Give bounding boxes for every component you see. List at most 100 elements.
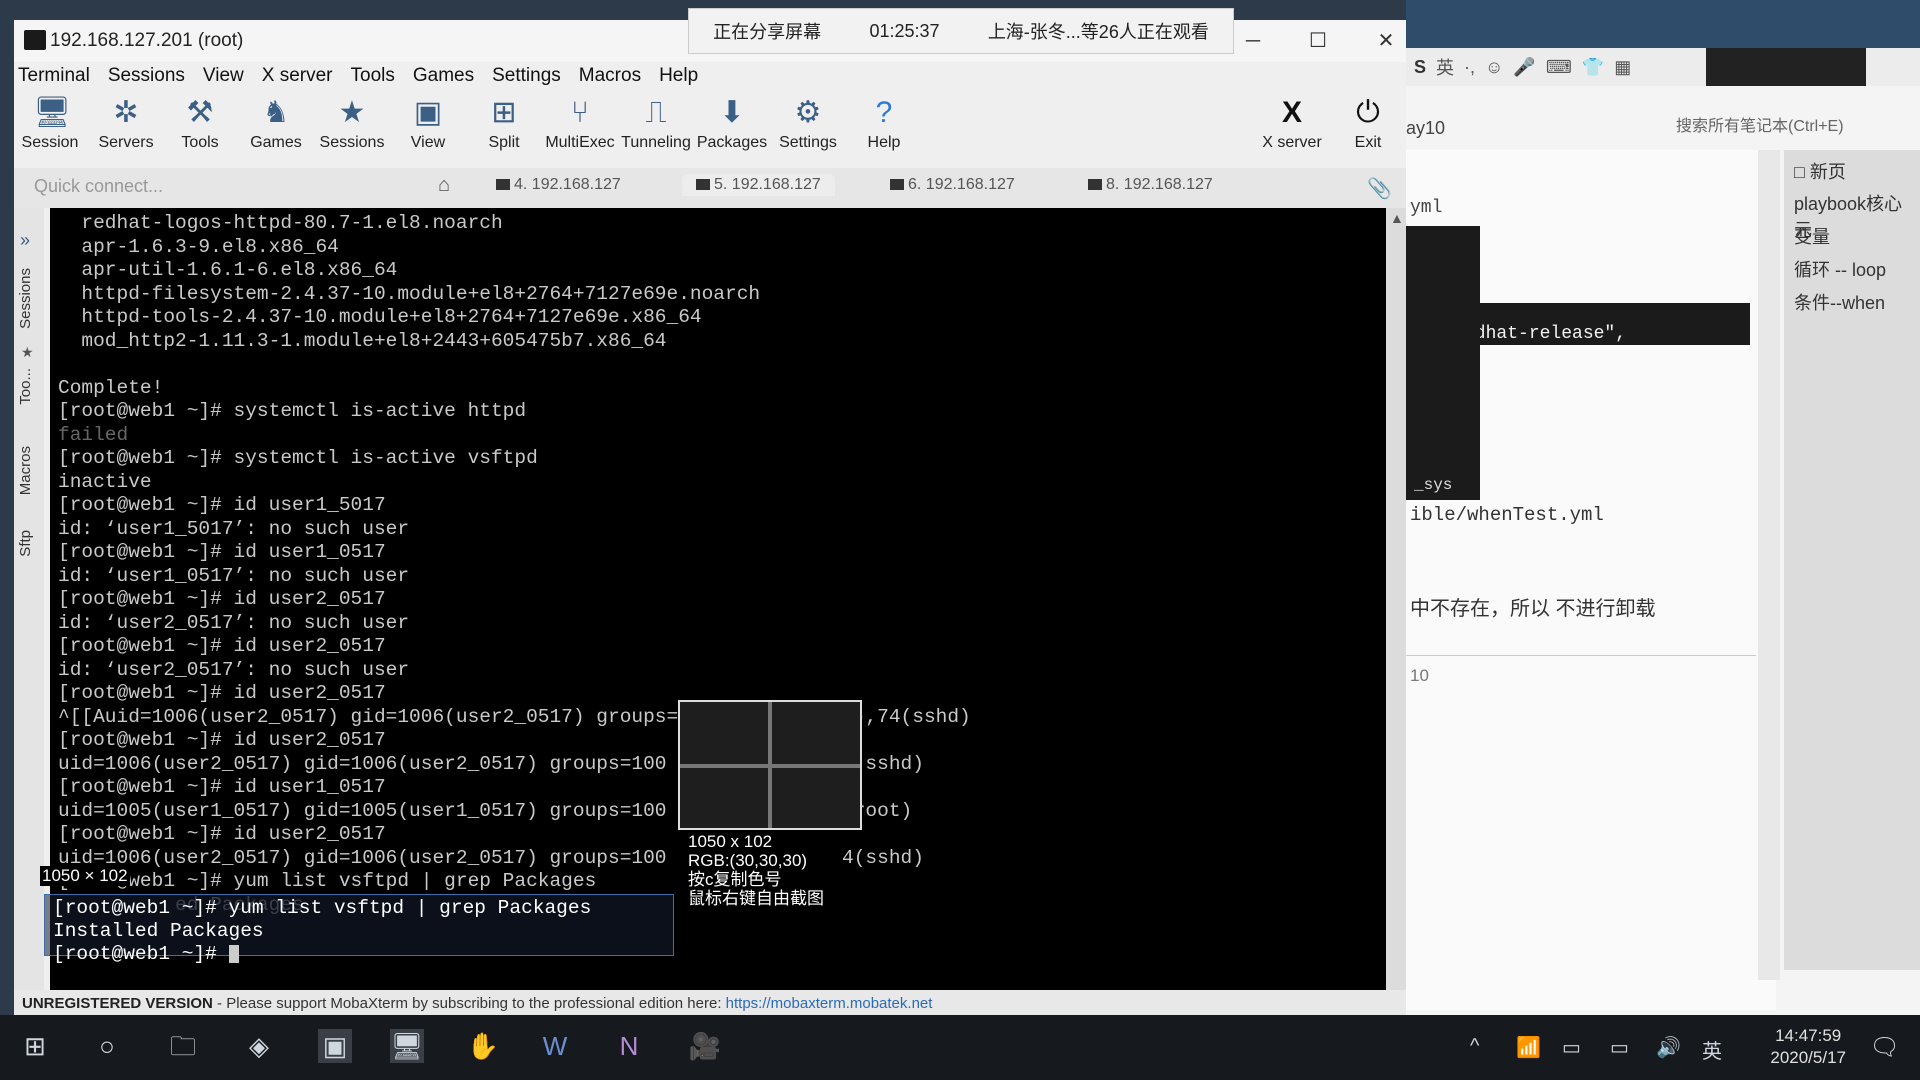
mobatek-link[interactable]: https://mobaxterm.mobatek.net <box>726 995 933 1012</box>
clock-time: 14:47:59 <box>1775 1026 1842 1045</box>
tab-session-6[interactable]: 6. 192.168.127 <box>890 176 1015 194</box>
ime-grid-icon[interactable]: ▦ <box>1614 57 1631 78</box>
terminal-line: [root@web1 ~]# id user1_5017 <box>58 494 386 516</box>
sidebar-tab-macros[interactable]: Macros <box>17 446 34 495</box>
session-button[interactable]: 🖥 Session <box>14 96 86 152</box>
quick-connect-input[interactable]: Quick connect... <box>34 176 163 197</box>
cursor-block <box>228 944 239 963</box>
note-text: 中不存在，所以 不进行卸载 <box>1410 598 1656 620</box>
page-item[interactable]: 条件--when <box>1794 289 1885 315</box>
home-icon[interactable]: ⌂ <box>438 174 450 197</box>
games-icon: ♞ <box>262 96 290 129</box>
chevron-up-icon[interactable]: ^ <box>1470 1035 1479 1058</box>
ime-toolbar: S 英 ·, ☺ 🎤 ⌨ 👕 ▦ <box>1406 48 1920 86</box>
terminal-line: inactive <box>58 470 152 493</box>
volume-icon[interactable]: 🔊 <box>1656 1035 1681 1060</box>
ime-emoji-icon[interactable]: ☺ <box>1485 57 1503 78</box>
file-explorer-icon[interactable]: 🗀 <box>166 1029 200 1063</box>
settings-button[interactable]: ⚙ Settings <box>772 96 844 152</box>
tunneling-icon: ⎍ <box>645 96 667 129</box>
view-button[interactable]: ▣ View <box>392 96 464 152</box>
ime-punct-icon[interactable]: ·, <box>1464 57 1475 78</box>
help-button[interactable]: ? Help <box>848 96 920 152</box>
share-viewers[interactable]: 上海-张冬...等26人正在观看 <box>988 18 1209 44</box>
onenote-icon[interactable]: N <box>612 1029 646 1063</box>
display-icon[interactable]: ▭ <box>1562 1035 1581 1060</box>
word-icon[interactable]: W <box>538 1029 572 1063</box>
ime-lang-label[interactable]: 英 <box>1436 54 1454 80</box>
wifi-icon[interactable]: 📶 <box>1516 1035 1541 1060</box>
tools-button[interactable]: ⚒ Tools <box>164 96 236 152</box>
menu-tools[interactable]: Tools <box>347 65 399 95</box>
notes-page-list: □ 新页 playbook核心元 变量 循环 -- loop 条件--when <box>1784 150 1920 970</box>
ime-skin-icon[interactable]: 👕 <box>1582 57 1604 78</box>
ime-language-indicator[interactable]: 英 <box>1702 1035 1722 1064</box>
settings-icon: ⚙ <box>794 96 822 129</box>
screenshot-selection[interactable]: [root@web1 ~]# yum list vsftpd | grep Pa… <box>44 894 674 965</box>
terminal-icon <box>1088 179 1102 191</box>
maximize-button[interactable]: ☐ <box>1303 26 1333 56</box>
sidebar-tab-sessions[interactable]: Sessions <box>17 268 34 329</box>
xserver-button[interactable]: X X server <box>1256 96 1328 152</box>
notification-icon[interactable]: 🗨 <box>1870 1033 1900 1062</box>
notes-editor[interactable]: true, etc/redhat-release", yml _sys ible… <box>1406 150 1776 1010</box>
browser-icon[interactable]: ◈ <box>242 1029 276 1063</box>
menu-view[interactable]: View <box>199 65 248 95</box>
page-new[interactable]: □ 新页 <box>1794 158 1846 184</box>
sidebar-tab-tools[interactable]: Too... <box>17 368 34 405</box>
search-icon[interactable]: ○ <box>90 1029 124 1063</box>
collapse-icon[interactable]: » <box>20 230 30 251</box>
terminal-line: [root@web1 ~]# yum list vsftpd | grep Pa… <box>58 870 597 892</box>
tab-session-8[interactable]: 8. 192.168.127 <box>1088 176 1213 194</box>
packages-button[interactable]: ⬇ Packages <box>696 96 768 152</box>
menu-macros[interactable]: Macros <box>575 65 645 95</box>
tab-session-4[interactable]: 4. 192.168.127 <box>496 176 621 194</box>
status-message: - Please support MobaXterm by subscribin… <box>212 995 726 1012</box>
menu-help[interactable]: Help <box>655 65 702 95</box>
terminal-line: apr-1.6.3-9.el8.x86_64 <box>58 235 339 258</box>
servers-icon: ✲ <box>113 96 139 129</box>
battery-icon[interactable]: ▭ <box>1610 1035 1629 1060</box>
toolbar-label: Exit <box>1354 134 1382 151</box>
terminal-line: mod_http2-1.11.3-1.module+el8+2443+60547… <box>58 329 667 352</box>
tab-session-5[interactable]: 5. 192.168.127 <box>682 174 835 196</box>
ime-keyboard-icon[interactable]: ⌨ <box>1546 57 1572 78</box>
toolbar-label: Settings <box>779 134 837 151</box>
exit-button[interactable]: ⏻ Exit <box>1332 96 1404 152</box>
mobaxterm-taskbar-icon[interactable]: 🖥 <box>390 1029 424 1063</box>
minimize-button[interactable]: ─ <box>1238 26 1268 56</box>
servers-button[interactable]: ✲ Servers <box>90 96 162 152</box>
close-button[interactable]: ✕ <box>1371 26 1401 56</box>
exit-icon: ⏻ <box>1356 96 1380 129</box>
camera-icon[interactable]: 🎥 <box>688 1029 722 1063</box>
menu-sessions[interactable]: Sessions <box>104 65 189 95</box>
terminal-line: httpd-filesystem-2.4.37-10.module+el8+27… <box>58 282 761 305</box>
scroll-up-icon[interactable]: ▲ <box>1390 210 1404 226</box>
menu-games[interactable]: Games <box>409 65 478 95</box>
toolbar-label: Tools <box>181 134 219 151</box>
notes-search-input[interactable]: 搜索所有笔记本(Ctrl+E) <box>1676 112 1844 136</box>
menu-xserver[interactable]: X server <box>258 65 337 95</box>
sessions-button[interactable]: ★ Sessions <box>316 96 388 152</box>
windows-start-icon[interactable]: ⊞ <box>18 1029 52 1063</box>
multiexec-button[interactable]: ⑂ MultiExec <box>544 96 616 152</box>
notes-scrollbar[interactable] <box>1758 150 1780 980</box>
games-button[interactable]: ♞ Games <box>240 96 312 152</box>
notes-page-title[interactable]: ay10 <box>1406 118 1445 139</box>
attach-icon[interactable]: 📎 <box>1367 176 1392 201</box>
app-icon[interactable]: ▣ <box>318 1029 352 1063</box>
tunneling-button[interactable]: ⎍ Tunneling <box>620 96 692 152</box>
toolbar-label: Split <box>488 134 520 151</box>
app-icon[interactable]: ✋ <box>466 1029 500 1063</box>
toolbar-label: Packages <box>696 134 768 151</box>
page-item[interactable]: 循环 -- loop <box>1794 256 1886 282</box>
clock[interactable]: 14:47:59 2020/5/17 <box>1770 1025 1846 1069</box>
split-button[interactable]: ⊞ Split <box>468 96 540 152</box>
menu-terminal[interactable]: Terminal <box>14 65 94 95</box>
page-item[interactable]: 变量 <box>1794 223 1830 249</box>
selection-size-label: 1050 × 102 <box>40 866 130 886</box>
menu-settings[interactable]: Settings <box>488 65 565 95</box>
terminal-scrollbar[interactable]: ▲ ▼ <box>1386 208 1406 1008</box>
sidebar-tab-sftp[interactable]: Sftp <box>17 530 34 557</box>
ime-mic-icon[interactable]: 🎤 <box>1513 57 1535 78</box>
